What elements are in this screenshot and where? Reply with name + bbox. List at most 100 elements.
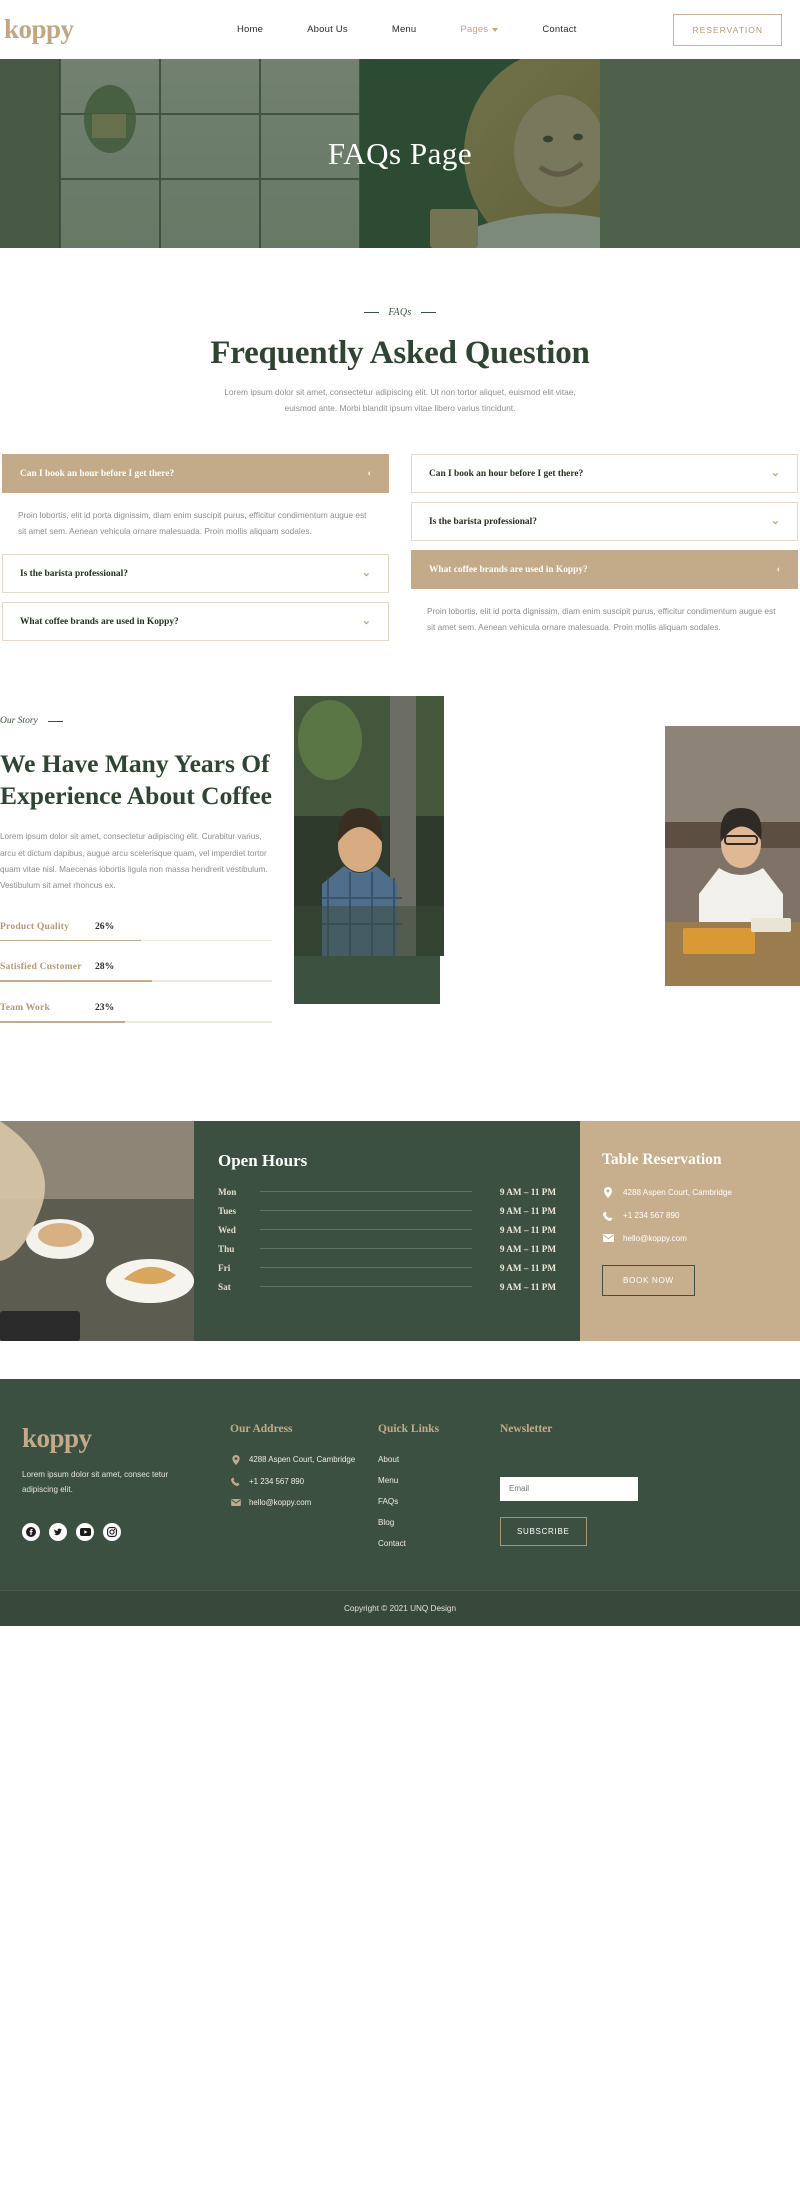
skill-bar-row: Satisfied Customer 28% xyxy=(0,961,272,982)
footer-address-row: 4288 Aspen Court, Cambridge xyxy=(230,1454,378,1465)
hours-photo xyxy=(0,1120,194,1341)
faq-item: Can I book an hour before I get there? ‹… xyxy=(2,454,389,545)
footer-link-about[interactable]: About xyxy=(378,1455,500,1464)
dash-left-icon xyxy=(364,312,380,313)
footer-phone: +1 234 567 890 xyxy=(249,1476,305,1486)
story-image-barista xyxy=(294,696,444,957)
footer-address: 4288 Aspen Court, Cambridge xyxy=(249,1455,356,1465)
chevron-down-icon: ⌄ xyxy=(361,567,371,580)
hours-time: 9 AM – 11 PM xyxy=(499,1205,556,1216)
skill-bar-row: Team Work 23% xyxy=(0,1002,272,1023)
hours-time: 9 AM – 11 PM xyxy=(499,1243,556,1254)
hours-row: Tues 9 AM – 11 PM xyxy=(218,1206,556,1216)
faq-item: Is the barista professional? ⌄ Proin lob… xyxy=(411,502,798,542)
chevron-down-icon: ⌄ xyxy=(361,615,371,628)
chevron-down-icon xyxy=(492,27,499,32)
faq-question-toggle[interactable]: Can I book an hour before I get there? ⌄ xyxy=(411,454,798,494)
skill-value: 23% xyxy=(95,1002,115,1013)
skill-label: Team Work xyxy=(0,1002,51,1013)
faq-section: FAQs Frequently Asked Question Lorem ips… xyxy=(0,248,800,651)
facebook-icon[interactable] xyxy=(22,1523,40,1542)
footer-logo[interactable]: koppy xyxy=(22,1423,230,1454)
site-logo[interactable]: koppy xyxy=(0,14,140,45)
hours-day: Mon xyxy=(218,1186,237,1197)
story-image-column xyxy=(294,696,800,1010)
open-hours-title: Open Hours xyxy=(218,1150,308,1170)
hours-time: 9 AM – 11 PM xyxy=(499,1281,556,1292)
hours-divider xyxy=(260,1248,472,1250)
footer-link-menu[interactable]: Menu xyxy=(378,1476,500,1485)
story-heading: We Have Many Years Of Experience About C… xyxy=(0,749,272,811)
skill-fill xyxy=(0,980,153,982)
faq-heading: Frequently Asked Question xyxy=(210,335,590,371)
newsletter-email-input[interactable] xyxy=(500,1476,638,1501)
reservation-button[interactable]: RESERVATION xyxy=(673,13,782,46)
hours-divider xyxy=(260,1267,472,1269)
reservation-address: 4288 Aspen Court, Cambridge xyxy=(623,1187,732,1197)
footer-email-row: hello@koppy.com xyxy=(230,1498,378,1507)
hours-day: Sat xyxy=(218,1281,231,1292)
chevron-down-icon: ⌄ xyxy=(770,515,780,528)
footer-link-blog[interactable]: Blog xyxy=(378,1518,500,1527)
youtube-icon[interactable] xyxy=(76,1523,94,1542)
hours-row: Thu 9 AM – 11 PM xyxy=(218,1244,556,1254)
story-paragraph: Lorem ipsum dolor sit amet, consectetur … xyxy=(0,832,268,891)
twitter-icon[interactable] xyxy=(49,1523,67,1542)
dash-right-icon xyxy=(420,312,436,313)
envelope-icon xyxy=(230,1498,241,1506)
footer-link-contact[interactable]: Contact xyxy=(378,1539,500,1548)
footer-address-column: Our Address 4288 Aspen Court, Cambridge … xyxy=(230,1423,378,1560)
skill-track xyxy=(0,980,272,982)
hours-reservation-section: Open Hours Mon 9 AM – 11 PM Tues 9 AM – … xyxy=(0,1120,800,1341)
main-navigation: Home About Us Menu Pages Contact xyxy=(140,24,673,35)
story-section: Our Story We Have Many Years Of Experien… xyxy=(0,650,800,1042)
nav-item-contact[interactable]: Contact xyxy=(520,24,598,35)
faq-answer: Proin lobortis, elit id porta dignissim,… xyxy=(18,510,367,537)
chevron-left-icon: ‹ xyxy=(367,467,371,480)
faq-question-label: Can I book an hour before I get there? xyxy=(20,468,175,479)
instagram-icon[interactable] xyxy=(103,1523,121,1542)
site-header: koppy Home About Us Menu Pages Contact R… xyxy=(0,0,800,59)
hero-banner: FAQs Page xyxy=(0,59,800,248)
nav-item-pages[interactable]: Pages xyxy=(438,24,520,35)
nav-item-menu[interactable]: Menu xyxy=(370,24,439,35)
faq-item: Is the barista professional? ⌄ Proin lob… xyxy=(2,554,389,594)
phone-icon xyxy=(602,1210,614,1221)
faq-grid: Can I book an hour before I get there? ‹… xyxy=(0,454,800,650)
faq-item: Can I book an hour before I get there? ⌄… xyxy=(411,454,798,494)
faq-question-toggle[interactable]: What coffee brands are used in Koppy? ‹ xyxy=(411,550,798,590)
faq-question-toggle[interactable]: What coffee brands are used in Koppy? ⌄ xyxy=(2,602,389,642)
faq-column-left: Can I book an hour before I get there? ‹… xyxy=(2,454,389,650)
nav-item-about-us[interactable]: About Us xyxy=(285,24,370,35)
skill-bars: Product Quality 26% Satisfied Customer 2… xyxy=(0,921,272,1023)
story-image-customer xyxy=(665,726,800,987)
table-reservation-panel: Table Reservation 4288 Aspen Court, Camb… xyxy=(580,1120,800,1341)
skill-value: 26% xyxy=(95,920,115,932)
faq-column-right: Can I book an hour before I get there? ⌄… xyxy=(411,454,798,650)
footer-link-faqs[interactable]: FAQs xyxy=(378,1497,500,1506)
faq-question-toggle[interactable]: Is the barista professional? ⌄ xyxy=(411,502,798,542)
subscribe-button[interactable]: SUBSCRIBE xyxy=(500,1516,587,1546)
nav-item-home[interactable]: Home xyxy=(215,24,285,35)
faq-question-toggle[interactable]: Can I book an hour before I get there? ‹ xyxy=(2,454,389,494)
reservation-email: hello@koppy.com xyxy=(623,1233,687,1243)
reservation-address-row: 4288 Aspen Court, Cambridge xyxy=(602,1186,778,1198)
hours-row: Fri 9 AM – 11 PM xyxy=(218,1263,556,1273)
open-hours-panel: Open Hours Mon 9 AM – 11 PM Tues 9 AM – … xyxy=(194,1120,580,1341)
book-now-button[interactable]: BOOK NOW xyxy=(602,1264,695,1296)
skill-fill xyxy=(0,939,142,942)
faq-answer: Proin lobortis, elit id porta dignissim,… xyxy=(427,606,776,633)
envelope-icon xyxy=(602,1234,614,1243)
hours-row: Wed 9 AM – 11 PM xyxy=(218,1225,556,1235)
faq-eyebrow: FAQs xyxy=(364,307,436,318)
skill-label: Satisfied Customer xyxy=(0,961,82,973)
hours-time: 9 AM – 11 PM xyxy=(499,1262,556,1273)
faq-question-label: Can I book an hour before I get there? xyxy=(429,468,584,479)
location-pin-icon xyxy=(230,1454,241,1465)
hours-day: Thu xyxy=(218,1243,235,1254)
hours-day: Wed xyxy=(218,1224,236,1235)
hours-day: Tues xyxy=(218,1205,237,1216)
hours-time: 9 AM – 11 PM xyxy=(499,1224,556,1235)
faq-question-toggle[interactable]: Is the barista professional? ⌄ xyxy=(2,554,389,594)
hours-row: Sat 9 AM – 11 PM xyxy=(218,1282,556,1292)
